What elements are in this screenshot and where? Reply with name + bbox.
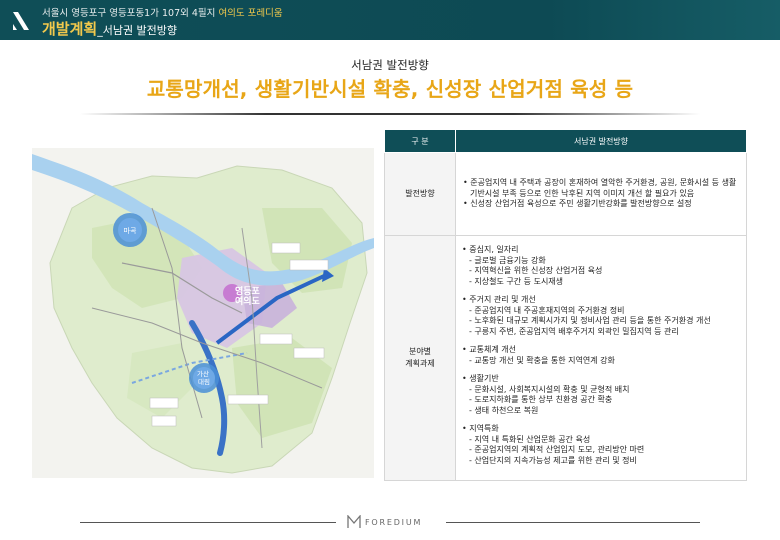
map-label-yeongdeungpo-2: 여의도 bbox=[235, 295, 261, 307]
task-section-transport: • 교통체계 개선 - 교통망 개선 및 확충을 통한 지역연계 강화 bbox=[462, 345, 738, 366]
page-title: 개발계획_서남권 발전방향 bbox=[42, 18, 177, 39]
headline-divider bbox=[80, 113, 700, 115]
map-label-magok: 마곡 bbox=[124, 226, 137, 235]
direction-bullet-1: • 준공업지역 내 주택과 공장이 혼재하여 열악한 주거환경, 공원, 문화시… bbox=[463, 178, 737, 198]
row-label-direction: 발전방향 bbox=[384, 152, 456, 236]
task-item: - 교통망 개선 및 확충을 통한 지역연계 강화 bbox=[469, 355, 615, 365]
task-item: - 구릉지 주변, 준공업지역 배후주거지 외곽인 밀집지역 등 관리 bbox=[469, 326, 679, 336]
project-name: 여의도 포레디움 bbox=[218, 8, 283, 19]
task-item: - 지역혁신을 위한 신성장 산업거점 육성 bbox=[469, 266, 603, 275]
direction-bullet-2: • 신성장 산업거점 육성으로 주민 생활기반강화를 발전방향으로 설정 bbox=[463, 199, 692, 209]
task-section-living: • 생활기반 - 문화시설, 사회복지시설의 확충 및 균형적 배치 - 도로지… bbox=[462, 374, 738, 416]
map-label-gasan-2: 대림 bbox=[198, 378, 210, 386]
map-label-gasan-1: 가산 bbox=[197, 369, 209, 378]
task-item: - 준공업지역 내 주공혼재지역의 주거환경 정비 bbox=[469, 305, 625, 315]
task-item: - 글로벌 금융기능 강화 bbox=[469, 255, 546, 265]
footer-divider-right bbox=[446, 522, 700, 523]
table-row: 발전방향 • 준공업지역 내 주택과 공장이 혼재하여 열악한 주거환경, 공원… bbox=[384, 152, 747, 236]
footer-brand-text: FOREDIUM bbox=[365, 517, 423, 527]
task-item: - 도로지하화를 통한 상부 친환경 공간 확충 bbox=[469, 395, 613, 404]
task-item: - 문화시설, 사회복지시설의 확충 및 균형적 배치 bbox=[469, 384, 630, 394]
task-item: - 생태 하천으로 복원 bbox=[469, 405, 539, 415]
section-subheading: 서남권 발전방향 bbox=[351, 58, 429, 72]
task-section-title: • 주거지 관리 및 개선 bbox=[462, 295, 536, 304]
page-title-sub: _서남권 발전방향 bbox=[97, 24, 178, 37]
task-section-center: • 중심지, 일자리 - 글로벌 금융기능 강화 - 지역혁신을 위한 신성장 … bbox=[462, 245, 738, 287]
task-section-specialized: • 지역특화 - 지역 내 특화된 산업문화 공간 육성 - 준공업지역의 계획… bbox=[462, 424, 738, 466]
task-item: - 준공업지역의 계획적 산업입지 도모, 관리방안 마련 bbox=[469, 445, 645, 454]
footer-brand: FOREDIUM bbox=[347, 514, 422, 530]
map-label-yeongdeungpo-1: 영등포 bbox=[235, 285, 261, 297]
row-content-direction: • 준공업지역 내 주택과 공장이 혼재하여 열악한 주거환경, 공원, 문화시… bbox=[455, 152, 747, 236]
table-row: 분야별 계획과제 • 중심지, 일자리 - 글로벌 금융기능 강화 - 지역혁신… bbox=[384, 235, 747, 481]
slash-logo-icon bbox=[13, 12, 29, 30]
header-bar: 서울시 영등포구 영등포동1가 107외 4필지 여의도 포레디움 개발계획_서… bbox=[0, 0, 780, 40]
foredium-logo-icon bbox=[347, 515, 361, 528]
task-item: - 산업단지의 지속가능성 제고를 위한 관리 및 정비 bbox=[469, 455, 637, 465]
task-section-title: • 지역특화 bbox=[462, 424, 499, 433]
task-section-title: • 생활기반 bbox=[462, 374, 499, 383]
task-section-title: • 교통체계 개선 bbox=[462, 345, 516, 354]
page-title-main: 개발계획 bbox=[42, 20, 98, 38]
section-headline: 교통망개선, 생활기반시설 확충, 신성장 산업거점 육성 등 bbox=[146, 77, 634, 101]
table-header-category: 구 분 bbox=[384, 129, 456, 153]
development-table: 구 분 서남권 발전방향 발전방향 • 준공업지역 내 주택과 공장이 혼재하여… bbox=[384, 129, 747, 481]
task-section-title: • 중심지, 일자리 bbox=[462, 245, 519, 254]
map-label-gasan: 가산 대림 bbox=[197, 369, 211, 386]
row-label-tasks-2: 계획과제 bbox=[405, 359, 435, 368]
task-item: - 노후화된 대규모 계획시가지 및 정비사업 관리 등을 통한 주거환경 개선 bbox=[469, 316, 711, 325]
map-label-yeongdeungpo: 영등포 여의도 bbox=[235, 285, 263, 307]
footer-divider-left bbox=[80, 522, 336, 523]
row-content-tasks: • 중심지, 일자리 - 글로벌 금융기능 강화 - 지역혁신을 위한 신성장 … bbox=[455, 235, 747, 481]
southwest-region-map: 마곡 영등포 여의도 가산 대림 bbox=[32, 148, 374, 478]
task-item: - 지역 내 특화된 산업문화 공간 육성 bbox=[469, 434, 591, 444]
row-label-tasks-1: 분야별 bbox=[408, 347, 432, 356]
task-item: - 지상철도 구간 등 도시재생 bbox=[469, 276, 564, 286]
row-label-tasks: 분야별 계획과제 bbox=[384, 235, 456, 481]
table-header-direction: 서남권 발전방향 bbox=[455, 129, 747, 153]
task-section-housing: • 주거지 관리 및 개선 - 준공업지역 내 주공혼재지역의 주거환경 정비 … bbox=[462, 295, 738, 337]
address-line: 서울시 영등포구 영등포동1가 107외 4필지 여의도 포레디움 bbox=[42, 5, 283, 19]
